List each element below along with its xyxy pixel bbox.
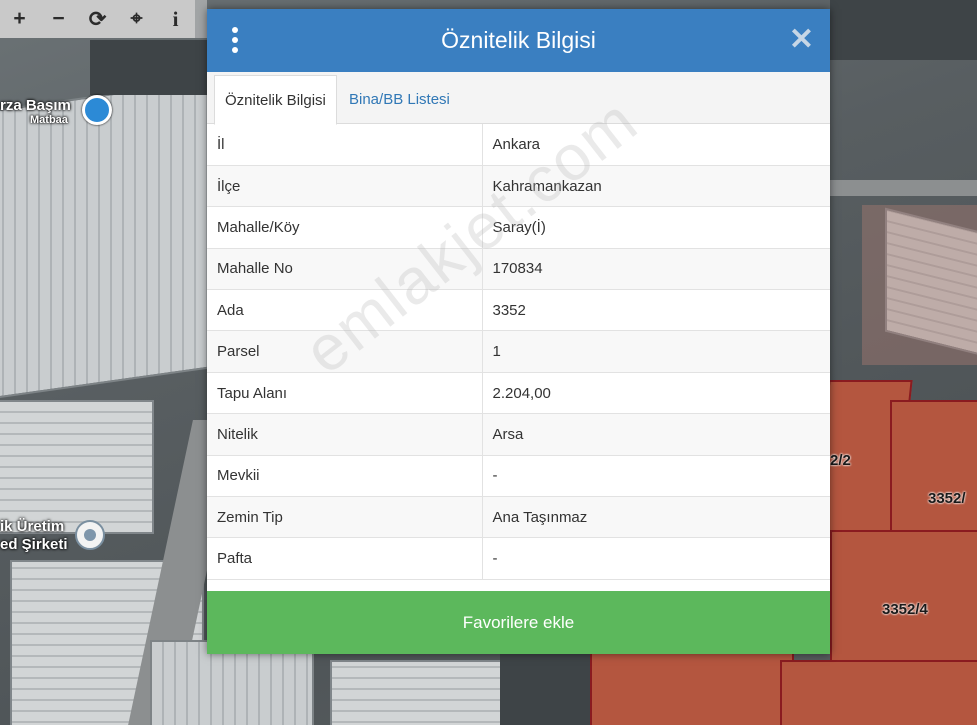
zoom-in-icon[interactable]: + xyxy=(0,0,39,38)
map-place-label: rza Başım xyxy=(0,97,71,114)
attribute-key: Zemin Tip xyxy=(207,496,483,539)
table-row: İlçe Kahramankazan xyxy=(207,165,830,208)
attribute-value: 2.204,00 xyxy=(482,372,830,415)
map-area xyxy=(862,205,977,365)
refresh-icon[interactable]: ⟳ xyxy=(78,0,117,38)
attribute-key: Mevkii xyxy=(207,455,483,498)
toolbar-edge xyxy=(195,0,207,38)
attribute-key: Mahalle/Köy xyxy=(207,206,483,249)
table-row: Mahalle No 170834 xyxy=(207,248,830,291)
attribute-key: Tapu Alanı xyxy=(207,372,483,415)
map-road xyxy=(830,180,977,196)
modal-tabs: Öznitelik Bilgisi Bina/BB Listesi xyxy=(207,72,830,125)
attribute-key: İl xyxy=(207,124,483,166)
map-parking xyxy=(830,0,977,60)
table-row: Ada 3352 xyxy=(207,289,830,332)
tab-building-list[interactable]: Bina/BB Listesi xyxy=(339,75,460,123)
attribute-key: Pafta xyxy=(207,537,483,580)
map-parcel[interactable] xyxy=(780,660,977,725)
table-row: Pafta - xyxy=(207,537,830,580)
map-poi-icon[interactable] xyxy=(75,520,105,550)
tab-attribute-info[interactable]: Öznitelik Bilgisi xyxy=(214,75,337,125)
attribute-value: Arsa xyxy=(482,413,830,456)
attribute-key: Parsel xyxy=(207,330,483,373)
map-building xyxy=(0,400,154,534)
attribute-info-modal: Öznitelik Bilgisi ✕ Öznitelik Bilgisi Bi… xyxy=(207,9,830,654)
table-row: Zemin Tip Ana Taşınmaz xyxy=(207,496,830,539)
attribute-value: Ankara xyxy=(482,124,830,166)
attribute-value: - xyxy=(482,537,830,580)
table-row: Mevkii - xyxy=(207,455,830,498)
attribute-key: İlçe xyxy=(207,165,483,208)
add-to-favorites-button[interactable]: Favorilere ekle xyxy=(207,591,830,654)
attribute-value: 3352 xyxy=(482,289,830,332)
modal-title: Öznitelik Bilgisi xyxy=(441,27,596,53)
map-toolbar: + − ⟳ ⌖ i xyxy=(0,0,195,38)
attribute-value: Ana Taşınmaz xyxy=(482,496,830,539)
map-place-label: Matbaa xyxy=(30,114,68,126)
info-icon[interactable]: i xyxy=(156,0,195,38)
map-building xyxy=(0,79,209,400)
attribute-value: Saray(İ) xyxy=(482,206,830,249)
table-row: İl Ankara xyxy=(207,124,830,166)
table-row: Nitelik Arsa xyxy=(207,413,830,456)
parcel-label: 3352/4 xyxy=(882,601,928,618)
attribute-key: Nitelik xyxy=(207,413,483,456)
attribute-key: Mahalle No xyxy=(207,248,483,291)
map-place-label: ik Üretim xyxy=(0,518,65,535)
attribute-table: İl Ankara İlçe Kahramankazan Mahalle/Köy Sa… xyxy=(207,124,830,580)
map-area xyxy=(90,40,210,95)
map-building xyxy=(330,660,504,725)
modal-header: Öznitelik Bilgisi ✕ xyxy=(207,9,830,72)
attribute-value: Kahramankazan xyxy=(482,165,830,208)
crosshair-icon[interactable]: ⌖ xyxy=(117,0,156,38)
zoom-out-icon[interactable]: − xyxy=(39,0,78,38)
attribute-value: 1 xyxy=(482,330,830,373)
map-pin-icon[interactable] xyxy=(82,95,112,125)
table-row: Parsel 1 xyxy=(207,330,830,373)
parcel-label: 2/2 xyxy=(830,452,851,469)
attribute-value: - xyxy=(482,455,830,498)
attribute-value: 170834 xyxy=(482,248,830,291)
attribute-key: Ada xyxy=(207,289,483,332)
map-place-label: ed Şirketi xyxy=(0,536,68,553)
table-row: Mahalle/Köy Saray(İ) xyxy=(207,206,830,249)
table-row: Tapu Alanı 2.204,00 xyxy=(207,372,830,415)
close-icon[interactable]: ✕ xyxy=(789,25,814,55)
parcel-label: 3352/ xyxy=(928,490,966,507)
